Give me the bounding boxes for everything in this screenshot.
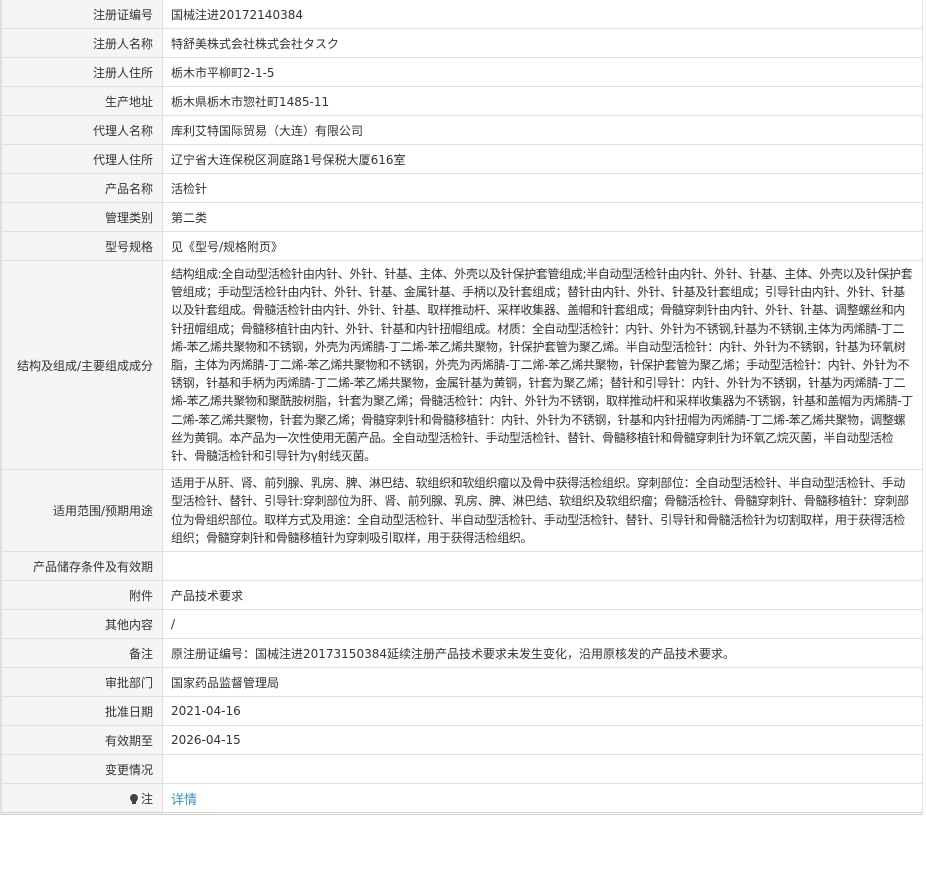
row-management-category: 管理类别 第二类 [1,202,923,232]
label-intended-use: 适用范围/预期用途 [1,469,163,553]
value-attachment: 产品技术要求 [162,580,923,611]
lightbulb-icon [129,793,138,804]
row-production-address: 生产地址 栃木県栃木市惣社町1485-11 [1,86,923,116]
label-remarks: 备注 [1,638,163,669]
label-registrant-name: 注册人名称 [1,28,163,58]
row-storage-conditions: 产品储存条件及有效期 [1,551,923,582]
value-change-history [162,754,923,785]
row-valid-until: 有效期至 2026-04-15 [1,725,923,756]
row-product-name: 产品名称 活检针 [1,173,923,203]
label-production-address: 生产地址 [1,86,163,116]
label-note: 注 [1,783,163,816]
value-registrant-address: 栃木市平柳町2-1-5 [162,57,923,87]
label-registrant-address: 注册人住所 [1,57,163,87]
value-approval-department: 国家药品监督管理局 [162,667,923,698]
label-agent-name: 代理人名称 [1,115,163,145]
row-registrant-address: 注册人住所 栃木市平柳町2-1-5 [1,57,923,87]
value-production-address: 栃木県栃木市惣社町1485-11 [162,86,923,116]
label-product-name: 产品名称 [1,173,163,203]
value-remarks: 原注册证编号：国械注进20173150384延续注册产品技术要求未发生变化，沿用… [162,638,923,669]
value-other-content: / [162,609,923,640]
value-intended-use: 适用于从肝、肾、前列腺、乳房、脾、淋巴结、软组织和软组织瘤以及骨中获得活检组织。… [162,469,923,553]
value-valid-until: 2026-04-15 [162,725,923,756]
row-model-spec: 型号规格 见《型号/规格附页》 [1,231,923,261]
value-model-spec: 见《型号/规格附页》 [162,231,923,261]
row-note: 注 详情 [1,783,923,816]
label-registration-number: 注册证编号 [1,0,163,29]
registration-detail: 注册证编号 国械注进20172140384 注册人名称 特舒美株式会社株式会社タ… [0,0,923,816]
registration-detail-table: 注册证编号 国械注进20172140384 注册人名称 特舒美株式会社株式会社タ… [1,0,923,816]
label-agent-address: 代理人住所 [1,144,163,174]
value-structure-composition: 结构组成:全自动型活检针由内针、外针、针基、主体、外壳以及针保护套管组成;半自动… [162,259,923,471]
label-approval-date: 批准日期 [1,696,163,727]
row-attachment: 附件 产品技术要求 [1,580,923,611]
label-change-history: 变更情况 [1,754,163,785]
row-structure-composition: 结构及组成/主要组成成分 结构组成:全自动型活检针由内针、外针、针基、主体、外壳… [1,259,923,471]
value-management-category: 第二类 [162,202,923,232]
value-storage-conditions [162,551,923,582]
row-change-history: 变更情况 [1,754,923,785]
label-storage-conditions: 产品储存条件及有效期 [1,551,163,582]
label-attachment: 附件 [1,580,163,611]
row-agent-name: 代理人名称 库利艾特国际贸易（大连）有限公司 [1,115,923,145]
label-structure-composition: 结构及组成/主要组成成分 [1,259,163,471]
details-link[interactable]: 详情 [171,793,197,808]
value-registrant-name: 特舒美株式会社株式会社タスク [162,28,923,58]
note-label: 注 [140,791,153,806]
label-approval-department: 审批部门 [1,667,163,698]
value-agent-name: 库利艾特国际贸易（大连）有限公司 [162,115,923,145]
row-registration-number: 注册证编号 国械注进20172140384 [1,0,923,29]
value-note: 详情 [162,783,923,816]
row-agent-address: 代理人住所 辽宁省大连保税区洞庭路1号保税大厦616室 [1,144,923,174]
label-other-content: 其他内容 [1,609,163,640]
row-intended-use: 适用范围/预期用途 适用于从肝、肾、前列腺、乳房、脾、淋巴结、软组织和软组织瘤以… [1,469,923,553]
label-valid-until: 有效期至 [1,725,163,756]
row-approval-date: 批准日期 2021-04-16 [1,696,923,727]
row-approval-department: 审批部门 国家药品监督管理局 [1,667,923,698]
label-management-category: 管理类别 [1,202,163,232]
row-other-content: 其他内容 / [1,609,923,640]
value-product-name: 活检针 [162,173,923,203]
value-agent-address: 辽宁省大连保税区洞庭路1号保税大厦616室 [162,144,923,174]
label-model-spec: 型号规格 [1,231,163,261]
row-remarks: 备注 原注册证编号：国械注进20173150384延续注册产品技术要求未发生变化… [1,638,923,669]
value-registration-number: 国械注进20172140384 [162,0,923,29]
row-registrant-name: 注册人名称 特舒美株式会社株式会社タスク [1,28,923,58]
value-approval-date: 2021-04-16 [162,696,923,727]
